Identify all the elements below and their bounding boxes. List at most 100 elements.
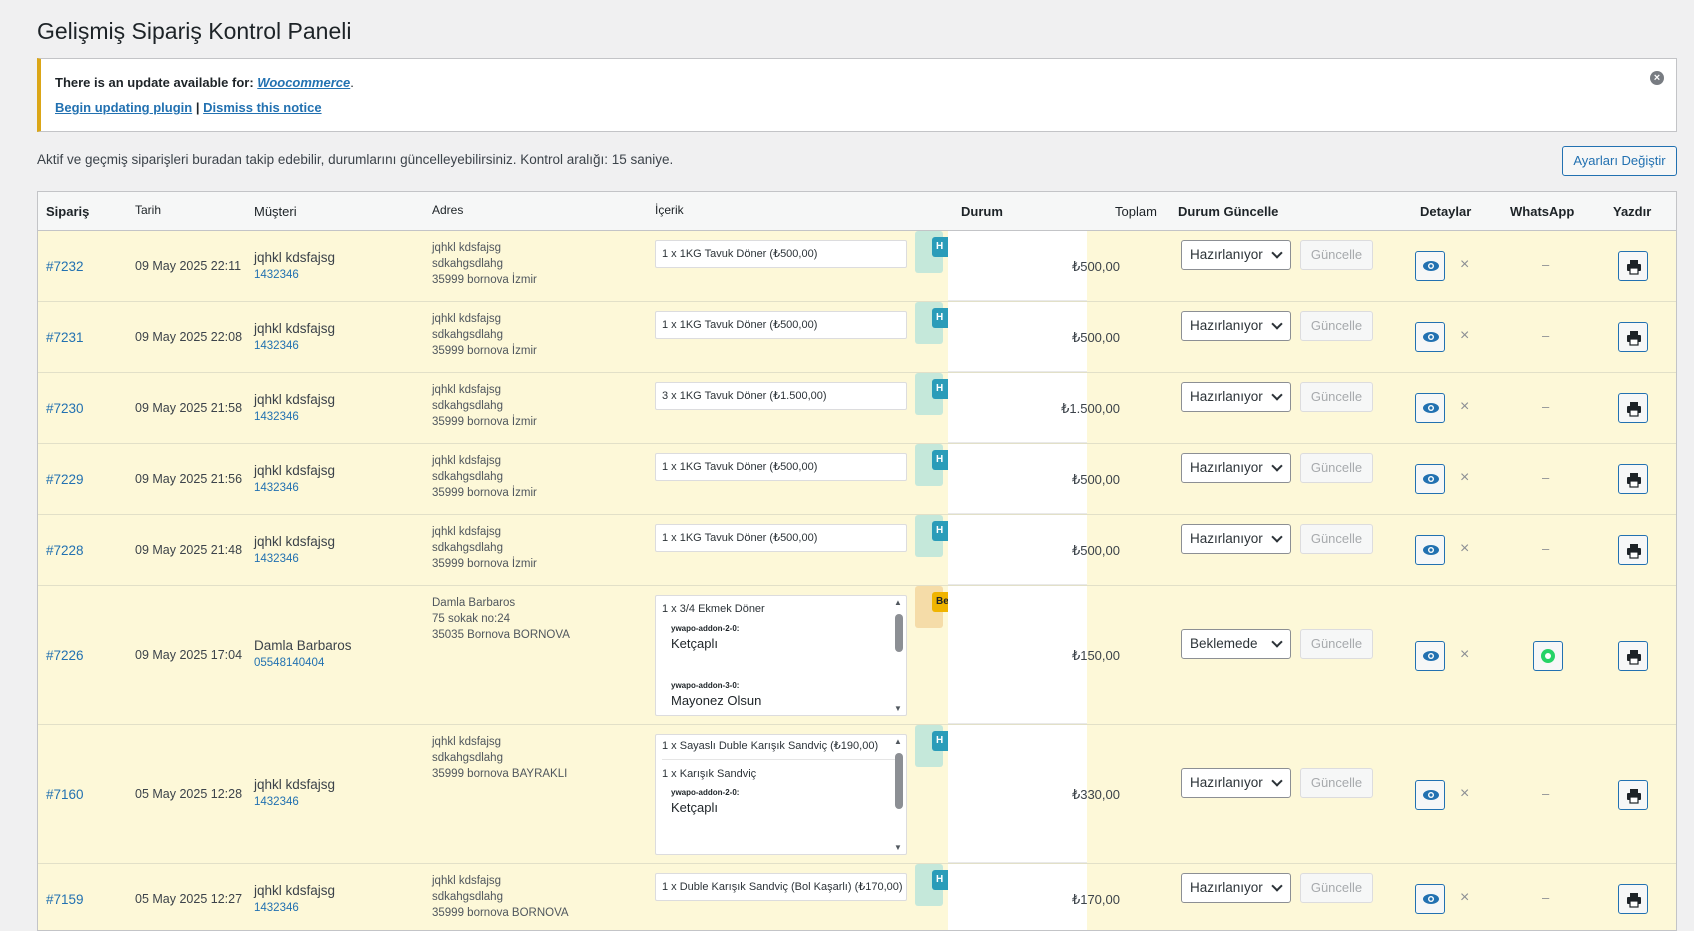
begin-update-link[interactable]: Begin updating plugin [55, 100, 192, 115]
order-link[interactable]: #7160 [46, 787, 84, 802]
address-line: 35999 bornova İzmir [432, 558, 537, 570]
order-content-box[interactable]: 1 x 1KG Tavuk Döner (₺500,00) [655, 524, 907, 552]
settings-button[interactable]: Ayarları Değiştir [1562, 146, 1677, 176]
address-line: jqhkl kdsfajsg [432, 242, 502, 254]
scroll-down-icon[interactable]: ▼ [893, 843, 903, 852]
status-select[interactable]: Hazırlanıyor [1181, 240, 1291, 270]
close-icon[interactable]: × [1460, 785, 1469, 803]
update-button[interactable]: Güncelle [1300, 629, 1373, 659]
customer-cell: jqhkl kdsfajsg 1432346 [254, 883, 335, 914]
order-link[interactable]: #7229 [46, 472, 84, 487]
order-content-box[interactable]: 1 x 1KG Tavuk Döner (₺500,00) [655, 311, 907, 339]
customer-phone[interactable]: 1432346 [254, 411, 335, 423]
customer-phone[interactable]: 1432346 [254, 553, 335, 565]
status-pill: Be [932, 592, 949, 612]
order-link[interactable]: #7226 [46, 648, 84, 663]
print-button[interactable] [1618, 884, 1648, 914]
order-date: 09 May 2025 22:08 [135, 330, 243, 344]
status-select[interactable]: Hazırlanıyor [1181, 873, 1291, 903]
view-details-button[interactable] [1415, 464, 1445, 494]
whatsapp-button[interactable] [1533, 641, 1563, 671]
customer-phone[interactable]: 1432346 [254, 796, 335, 808]
update-button[interactable]: Güncelle [1300, 768, 1373, 798]
eye-icon [1423, 651, 1439, 661]
customer-phone[interactable]: 1432346 [254, 340, 335, 352]
customer-name: jqhkl kdsfajsg [254, 777, 336, 792]
view-details-button[interactable] [1415, 780, 1445, 810]
update-button[interactable]: Güncelle [1300, 382, 1373, 412]
scroll-down-icon[interactable]: ▼ [893, 704, 903, 713]
status-select[interactable]: Beklemede [1181, 629, 1291, 659]
close-icon[interactable]: × [1460, 327, 1469, 345]
order-content-box[interactable]: 1 x 3/4 Ekmek Döner ywapo-addon-2-0: Ket… [655, 595, 907, 716]
view-details-button[interactable] [1415, 884, 1445, 914]
order-content-box[interactable]: 3 x 1KG Tavuk Döner (₺1.500,00) [655, 382, 907, 410]
scrollbar-thumb[interactable] [895, 614, 903, 652]
customer-name: jqhkl kdsfajsg [254, 321, 336, 336]
print-button[interactable] [1618, 393, 1648, 423]
print-button[interactable] [1618, 535, 1648, 565]
view-details-button[interactable] [1415, 641, 1445, 671]
close-icon[interactable]: × [1460, 889, 1469, 907]
orders-table: Sipariş Tarih Müşteri Adres İçerik Durum… [37, 191, 1677, 931]
view-details-button[interactable] [1415, 535, 1445, 565]
status-select[interactable]: Hazırlanıyor [1181, 382, 1291, 412]
customer-phone[interactable]: 05548140404 [254, 657, 352, 669]
close-icon[interactable]: × [1460, 398, 1469, 416]
status-select[interactable]: Hazırlanıyor [1181, 524, 1291, 554]
order-link[interactable]: #7232 [46, 259, 84, 274]
col-order[interactable]: Sipariş [46, 204, 89, 219]
close-icon[interactable]: × [1460, 646, 1469, 664]
scroll-up-icon[interactable]: ▲ [893, 737, 903, 746]
order-content-box[interactable]: 1 x 1KG Tavuk Döner (₺500,00) [655, 453, 907, 481]
print-button[interactable] [1618, 641, 1648, 671]
dismiss-notice-link[interactable]: Dismiss this notice [203, 100, 321, 115]
order-content-box[interactable]: 1 x Duble Karışık Sandviç (Bol Kaşarlı) … [655, 873, 907, 901]
customer-phone[interactable]: 1432346 [254, 482, 335, 494]
scrollbar-thumb[interactable] [895, 753, 903, 809]
print-button[interactable] [1618, 780, 1648, 810]
customer-cell: jqhkl kdsfajsg 1432346 [254, 250, 335, 281]
table-row: #7229 09 May 2025 21:56 jqhkl kdsfajsg 1… [38, 444, 1676, 515]
update-button[interactable]: Güncelle [1300, 311, 1373, 341]
order-content-box[interactable]: 1 x Sayaslı Duble Karışık Sandviç (₺190,… [655, 734, 907, 855]
printer-icon [1627, 789, 1641, 804]
col-content: İçerik [655, 203, 684, 217]
update-button[interactable]: Güncelle [1300, 453, 1373, 483]
update-button[interactable]: Güncelle [1300, 240, 1373, 270]
print-button[interactable] [1618, 251, 1648, 281]
address-line: jqhkl kdsfajsg [432, 455, 502, 467]
customer-phone[interactable]: 1432346 [254, 269, 335, 281]
status-select[interactable]: Hazırlanıyor [1181, 768, 1291, 798]
col-total: Toplam [1115, 204, 1157, 219]
view-details-button[interactable] [1415, 393, 1445, 423]
address-cell: jqhkl kdsfajsg sdkahgsdlahg 35999 bornov… [432, 734, 567, 782]
status-select[interactable]: Hazırlanıyor [1181, 453, 1291, 483]
close-icon[interactable]: × [1460, 256, 1469, 274]
dismiss-icon[interactable]: × [1650, 71, 1664, 85]
order-content-box[interactable]: 1 x 1KG Tavuk Döner (₺500,00) [655, 240, 907, 268]
address-line: 35999 bornova İzmir [432, 274, 537, 286]
print-button[interactable] [1618, 464, 1648, 494]
order-total: ₺500,00 [1071, 330, 1120, 345]
address-line: sdkahgsdlahg [432, 752, 503, 764]
order-link[interactable]: #7231 [46, 330, 84, 345]
print-button[interactable] [1618, 322, 1648, 352]
view-details-button[interactable] [1415, 322, 1445, 352]
order-link[interactable]: #7159 [46, 892, 84, 907]
notice-plugin-link[interactable]: Woocommerce [257, 75, 350, 90]
update-button[interactable]: Güncelle [1300, 524, 1373, 554]
eye-icon [1423, 474, 1439, 484]
view-details-button[interactable] [1415, 251, 1445, 281]
close-icon[interactable]: × [1460, 469, 1469, 487]
printer-icon [1627, 402, 1641, 417]
close-icon[interactable]: × [1460, 540, 1469, 558]
address-line: Damla Barbaros [432, 597, 516, 609]
order-link[interactable]: #7230 [46, 401, 84, 416]
status-select[interactable]: Hazırlanıyor [1181, 311, 1291, 341]
update-button[interactable]: Güncelle [1300, 873, 1373, 903]
order-total: ₺500,00 [1071, 472, 1120, 487]
customer-phone[interactable]: 1432346 [254, 902, 335, 914]
scroll-up-icon[interactable]: ▲ [893, 598, 903, 607]
order-link[interactable]: #7228 [46, 543, 84, 558]
